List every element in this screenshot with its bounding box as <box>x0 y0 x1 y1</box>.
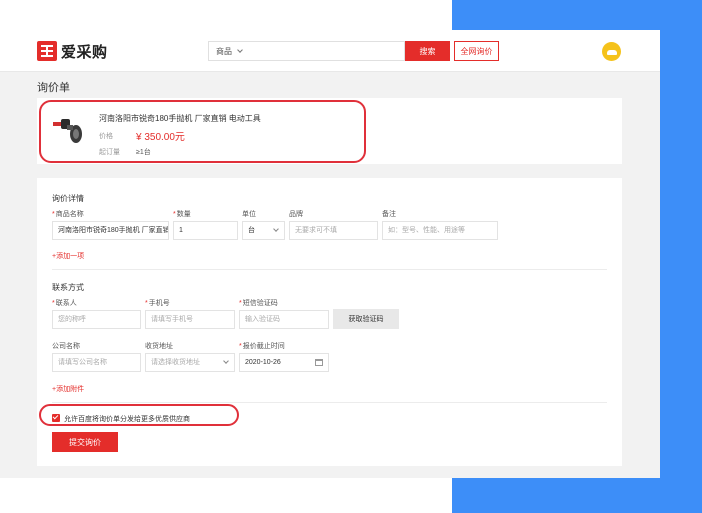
search-box[interactable]: 商品 <box>208 41 405 61</box>
product-name-input[interactable]: 河南洛阳市锐奇180手抛机 厂家直销 <box>52 221 169 240</box>
chevron-down-icon <box>237 47 243 53</box>
search-button[interactable]: 搜索 <box>405 41 450 61</box>
note-label: 备注 <box>382 211 396 218</box>
unit-label: 单位 <box>242 211 256 218</box>
search-category-label: 商品 <box>216 47 232 56</box>
contact-input[interactable]: 您的称呼 <box>52 310 141 329</box>
page-title: 询价单 <box>37 82 70 94</box>
global-inquiry-button[interactable]: 全网询价 <box>454 41 499 61</box>
section-divider <box>52 402 607 403</box>
unit-select[interactable]: 台 <box>242 221 285 240</box>
company-input[interactable]: 请填写公司名称 <box>52 353 141 372</box>
calendar-icon[interactable] <box>315 359 323 366</box>
chevron-down-icon <box>223 358 229 364</box>
get-code-button[interactable]: 获取验证码 <box>333 309 399 329</box>
screenshot-stage: 爱采购 商品 搜索 全网询价 询价单 河南洛阳市锐奇180手抛机 厂家直销 电动… <box>0 0 702 513</box>
consent-highlight-outline <box>39 404 239 426</box>
deadline-value: 2020-10-26 <box>245 359 281 366</box>
add-attachment-link[interactable]: +添加附件 <box>52 384 84 394</box>
address-select[interactable]: 请选择收货地址 <box>145 353 235 372</box>
submit-inquiry-button[interactable]: 提交询价 <box>52 432 118 452</box>
logo[interactable]: 爱采购 <box>37 41 108 61</box>
inquiry-details-title: 询价详情 <box>52 194 84 203</box>
note-input[interactable]: 如：型号、性能、用途等 <box>382 221 498 240</box>
contact-label: *联系人 <box>52 300 77 307</box>
quantity-input[interactable]: 1 <box>173 221 238 240</box>
address-placeholder: 请选择收货地址 <box>151 359 200 366</box>
logo-icon <box>37 41 57 61</box>
sms-code-label: *短信验证码 <box>239 300 278 307</box>
brand-label: 品牌 <box>289 211 303 218</box>
company-label: 公司名称 <box>52 343 80 350</box>
product-highlight-outline <box>39 100 366 163</box>
top-navigation-bar: 爱采购 商品 搜索 全网询价 <box>0 30 660 72</box>
section-divider <box>52 269 607 270</box>
phone-label: *手机号 <box>145 300 170 307</box>
sms-code-input[interactable]: 输入验证码 <box>239 310 329 329</box>
search-category-select[interactable]: 商品 <box>216 46 243 57</box>
logo-text: 爱采购 <box>61 43 108 61</box>
user-avatar-icon[interactable] <box>602 42 621 61</box>
unit-value: 台 <box>248 227 255 234</box>
address-label: 收货地址 <box>145 343 173 350</box>
deadline-date-input[interactable]: 2020-10-26 <box>239 353 329 372</box>
product-name-label: *商品名称 <box>52 211 84 218</box>
brand-input[interactable]: 无要求可不填 <box>289 221 378 240</box>
add-item-link[interactable]: +添加一项 <box>52 251 84 261</box>
chevron-down-icon <box>273 226 279 232</box>
phone-input[interactable]: 请填写手机号 <box>145 310 235 329</box>
deadline-label: *报价截止时间 <box>239 343 285 350</box>
contact-info-title: 联系方式 <box>52 283 84 292</box>
quantity-label: *数量 <box>173 211 191 218</box>
